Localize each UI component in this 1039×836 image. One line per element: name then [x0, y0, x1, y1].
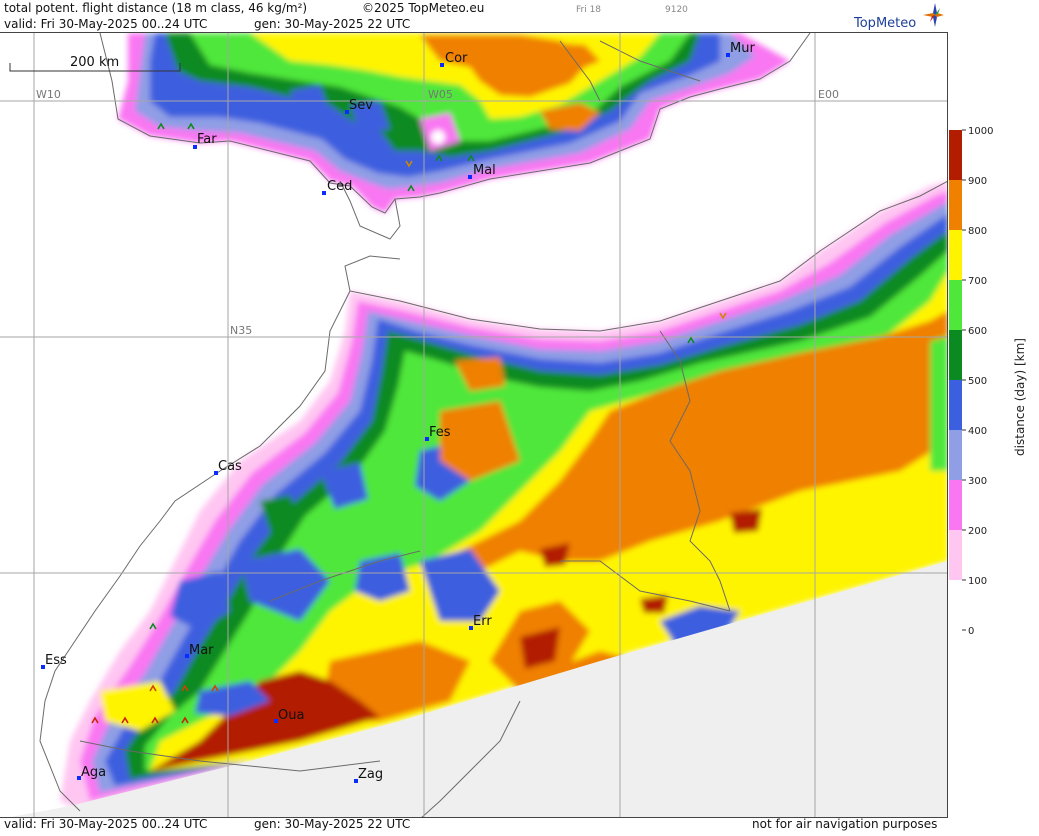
- legend-tick-label: 200: [968, 526, 987, 537]
- legend-tick-label: 900: [968, 176, 987, 187]
- frame-code: 9120: [665, 5, 688, 15]
- city-label-sev: Sev: [349, 98, 373, 113]
- city-label-zag: Zag: [358, 767, 383, 782]
- grid-label-w10: W10: [36, 88, 61, 101]
- legend-tick-label: 300: [968, 476, 987, 487]
- legend-tick-label: 800: [968, 226, 987, 237]
- city-label-ced: Ced: [327, 179, 352, 194]
- legend-band-900-1000: [949, 130, 962, 180]
- legend-band-500-600: [949, 330, 962, 380]
- logo-text: TopMeteo: [854, 16, 917, 31]
- legend-tick-label: 0: [968, 626, 974, 637]
- legend: 1000 900 800 700 600 500 400 300 200 100 0 distanc…: [948, 0, 1039, 832]
- legend-tick-label: 500: [968, 376, 987, 387]
- city-label-far: Far: [197, 132, 217, 147]
- valid-time: valid: Fri 30-May-2025 00..24 UTC: [4, 17, 208, 31]
- legend-band-400-500: [949, 380, 962, 430]
- legend-band-600-700: [949, 280, 962, 330]
- grid-label-w05: W05: [428, 88, 453, 101]
- disclaimer: not for air navigation purposes: [752, 817, 938, 831]
- legend-title: distance (day) [km]: [1013, 338, 1027, 456]
- legend-band-100-200: [949, 530, 962, 580]
- footer-generated-time: gen: 30-May-2025 22 UTC: [254, 817, 411, 831]
- legend-tick-label: 1000: [968, 126, 993, 137]
- city-label-fes: Fes: [429, 425, 451, 440]
- forecast-map[interactable]: W10 W05 E00 N35 200 km Cor Mur Sev Far C…: [0, 32, 948, 818]
- legend-band-700-800: [949, 230, 962, 280]
- copyright: ©2025 TopMeteo.eu: [362, 1, 485, 15]
- legend-tick-label: 600: [968, 326, 987, 337]
- city-label-err: Err: [473, 614, 492, 629]
- city-label-mal: Mal: [473, 163, 496, 178]
- legend-tick-label: 400: [968, 426, 987, 437]
- city-label-ess: Ess: [45, 653, 67, 668]
- topmeteo-logo: TopMeteo: [852, 2, 944, 32]
- legend-tick-label: 100: [968, 576, 987, 587]
- city-label-cas: Cas: [218, 459, 242, 474]
- map-canvas: W10 W05 E00 N35 200 km Cor Mur Sev Far C…: [0, 33, 947, 817]
- legend-band-200-300: [949, 480, 962, 530]
- scale-bar-label: 200 km: [70, 55, 119, 70]
- grid-label-e00: E00: [818, 88, 839, 101]
- frame-day: Fri 18: [576, 5, 602, 15]
- city-label-mar: Mar: [189, 643, 214, 658]
- legend-tick-label: 700: [968, 276, 987, 287]
- footer-valid-time: valid: Fri 30-May-2025 00..24 UTC: [4, 817, 208, 831]
- city-label-aga: Aga: [81, 765, 106, 780]
- city-label-cor: Cor: [445, 51, 468, 66]
- legend-band-300-400: [949, 430, 962, 480]
- map-title: total potent. flight distance (18 m clas…: [4, 1, 308, 15]
- grid-label-n35: N35: [230, 324, 252, 337]
- legend-band-800-900: [949, 180, 962, 230]
- city-label-mur: Mur: [730, 41, 755, 56]
- generated-time: gen: 30-May-2025 22 UTC: [254, 17, 411, 31]
- legend-colorbar: 10009008007006005004003002001000 distanc…: [949, 126, 1027, 637]
- city-label-oua: Oua: [278, 708, 304, 723]
